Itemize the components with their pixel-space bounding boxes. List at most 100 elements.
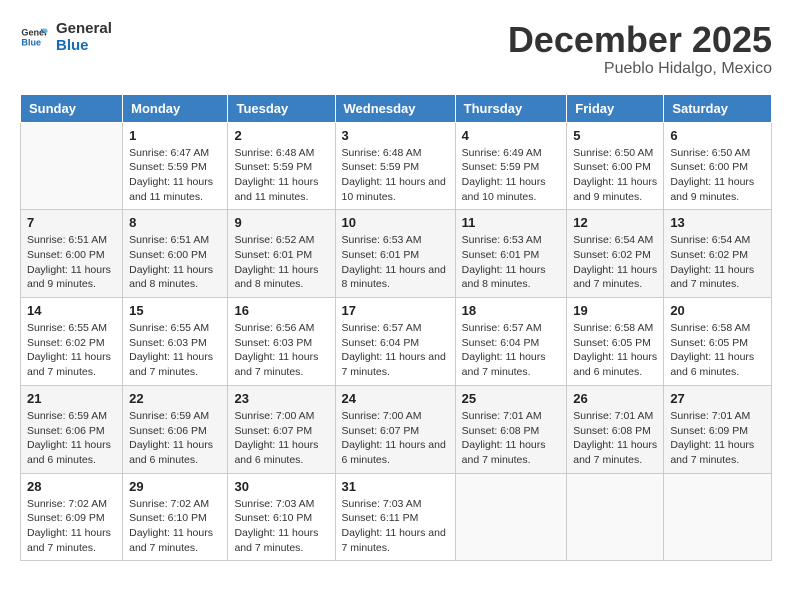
day-number: 5 <box>573 128 657 143</box>
day-info: Sunrise: 6:57 AMSunset: 6:04 PMDaylight:… <box>342 321 449 380</box>
day-cell: 17Sunrise: 6:57 AMSunset: 6:04 PMDayligh… <box>335 298 455 386</box>
day-cell: 15 Sunrise: 6:55 AMSunset: 6:03 PMDayligh… <box>123 298 228 386</box>
day-number: 12 <box>573 215 657 230</box>
day-number: 15 <box>129 303 221 318</box>
day-cell: 27Sunrise: 7:01 AMSunset: 6:09 PMDayligh… <box>664 385 772 473</box>
day-cell <box>567 473 664 561</box>
day-info: Sunrise: 6:52 AMSunset: 6:01 PMDaylight:… <box>234 233 328 292</box>
day-number: 3 <box>342 128 449 143</box>
day-cell: 26 Sunrise: 7:01 AMSunset: 6:08 PMDayligh… <box>567 385 664 473</box>
month-title: December 2025 <box>508 20 772 60</box>
day-cell: 10 Sunrise: 6:53 AMSunset: 6:01 PMDayligh… <box>335 210 455 298</box>
day-info: Sunrise: 6:51 AMSunset: 6:00 PMDaylight:… <box>129 233 221 292</box>
svg-text:Blue: Blue <box>21 37 41 47</box>
day-cell: 16 Sunrise: 6:56 AMSunset: 6:03 PMDayligh… <box>228 298 335 386</box>
day-cell: 12Sunrise: 6:54 AMSunset: 6:02 PMDayligh… <box>567 210 664 298</box>
day-number: 27 <box>670 391 765 406</box>
day-cell: 24Sunrise: 7:00 AMSunset: 6:07 PMDayligh… <box>335 385 455 473</box>
day-cell: 3 Sunrise: 6:48 AMSunset: 5:59 PMDaylight… <box>335 122 455 210</box>
title-block: December 2025 Pueblo Hidalgo, Mexico <box>508 20 772 78</box>
day-info: Sunrise: 6:55 AMSunset: 6:03 PMDaylight:… <box>129 321 221 380</box>
week-row-3: 14Sunrise: 6:55 AMSunset: 6:02 PMDayligh… <box>21 298 772 386</box>
header-cell-monday: Monday <box>123 94 228 122</box>
day-info: Sunrise: 7:02 AMSunset: 6:10 PMDaylight:… <box>129 497 221 556</box>
day-number: 8 <box>129 215 221 230</box>
week-row-5: 28 Sunrise: 7:02 AMSunset: 6:09 PMDayligh… <box>21 473 772 561</box>
day-number: 22 <box>129 391 221 406</box>
header-cell-thursday: Thursday <box>455 94 567 122</box>
day-number: 7 <box>27 215 116 230</box>
calendar-header: SundayMondayTuesdayWednesdayThursdayFrid… <box>21 94 772 122</box>
day-cell: 8 Sunrise: 6:51 AMSunset: 6:00 PMDaylight… <box>123 210 228 298</box>
day-cell <box>455 473 567 561</box>
week-row-1: 1 Sunrise: 6:47 AMSunset: 5:59 PMDaylight… <box>21 122 772 210</box>
day-info: Sunrise: 6:59 AMSunset: 6:06 PMDaylight:… <box>27 409 116 468</box>
day-number: 11 <box>462 215 561 230</box>
day-number: 6 <box>670 128 765 143</box>
day-info: Sunrise: 6:53 AMSunset: 6:01 PMDaylight:… <box>462 233 561 292</box>
day-info: Sunrise: 6:56 AMSunset: 6:03 PMDaylight:… <box>234 321 328 380</box>
day-info: Sunrise: 6:48 AMSunset: 5:59 PMDaylight:… <box>342 146 449 205</box>
day-info: Sunrise: 6:48 AMSunset: 5:59 PMDaylight:… <box>234 146 328 205</box>
day-info: Sunrise: 7:01 AMSunset: 6:08 PMDaylight:… <box>462 409 561 468</box>
day-info: Sunrise: 6:57 AMSunset: 6:04 PMDaylight:… <box>462 321 561 380</box>
day-number: 31 <box>342 479 449 494</box>
day-info: Sunrise: 6:58 AMSunset: 6:05 PMDaylight:… <box>670 321 765 380</box>
day-info: Sunrise: 7:02 AMSunset: 6:09 PMDaylight:… <box>27 497 116 556</box>
day-info: Sunrise: 6:55 AMSunset: 6:02 PMDaylight:… <box>27 321 116 380</box>
day-info: Sunrise: 6:53 AMSunset: 6:01 PMDaylight:… <box>342 233 449 292</box>
day-cell: 22 Sunrise: 6:59 AMSunset: 6:06 PMDayligh… <box>123 385 228 473</box>
day-cell: 13Sunrise: 6:54 AMSunset: 6:02 PMDayligh… <box>664 210 772 298</box>
day-number: 19 <box>573 303 657 318</box>
week-row-4: 21 Sunrise: 6:59 AMSunset: 6:06 PMDayligh… <box>21 385 772 473</box>
logo-general: General <box>56 20 112 37</box>
day-number: 26 <box>573 391 657 406</box>
page-header: General Blue General Blue December 2025 … <box>20 20 772 78</box>
day-number: 18 <box>462 303 561 318</box>
day-number: 24 <box>342 391 449 406</box>
day-number: 29 <box>129 479 221 494</box>
day-info: Sunrise: 6:50 AMSunset: 6:00 PMDaylight:… <box>573 146 657 205</box>
day-cell: 19Sunrise: 6:58 AMSunset: 6:05 PMDayligh… <box>567 298 664 386</box>
day-info: Sunrise: 7:00 AMSunset: 6:07 PMDaylight:… <box>234 409 328 468</box>
day-cell: 20Sunrise: 6:58 AMSunset: 6:05 PMDayligh… <box>664 298 772 386</box>
day-info: Sunrise: 6:51 AMSunset: 6:00 PMDaylight:… <box>27 233 116 292</box>
day-number: 30 <box>234 479 328 494</box>
day-cell: 23 Sunrise: 7:00 AMSunset: 6:07 PMDayligh… <box>228 385 335 473</box>
day-cell <box>664 473 772 561</box>
day-cell: 9 Sunrise: 6:52 AMSunset: 6:01 PMDaylight… <box>228 210 335 298</box>
day-cell: 30 Sunrise: 7:03 AMSunset: 6:10 PMDayligh… <box>228 473 335 561</box>
logo: General Blue General Blue <box>20 20 112 54</box>
day-cell: 7 Sunrise: 6:51 AMSunset: 6:00 PMDaylight… <box>21 210 123 298</box>
location-subtitle: Pueblo Hidalgo, Mexico <box>508 60 772 78</box>
day-info: Sunrise: 7:03 AMSunset: 6:10 PMDaylight:… <box>234 497 328 556</box>
day-info: Sunrise: 6:59 AMSunset: 6:06 PMDaylight:… <box>129 409 221 468</box>
day-number: 28 <box>27 479 116 494</box>
day-cell: 25Sunrise: 7:01 AMSunset: 6:08 PMDayligh… <box>455 385 567 473</box>
day-info: Sunrise: 6:47 AMSunset: 5:59 PMDaylight:… <box>129 146 221 205</box>
day-cell: 11 Sunrise: 6:53 AMSunset: 6:01 PMDayligh… <box>455 210 567 298</box>
day-cell: 1 Sunrise: 6:47 AMSunset: 5:59 PMDaylight… <box>123 122 228 210</box>
header-cell-sunday: Sunday <box>21 94 123 122</box>
day-number: 21 <box>27 391 116 406</box>
day-number: 1 <box>129 128 221 143</box>
calendar-body: 1 Sunrise: 6:47 AMSunset: 5:59 PMDaylight… <box>21 122 772 561</box>
day-number: 13 <box>670 215 765 230</box>
day-number: 23 <box>234 391 328 406</box>
day-info: Sunrise: 7:01 AMSunset: 6:08 PMDaylight:… <box>573 409 657 468</box>
week-row-2: 7 Sunrise: 6:51 AMSunset: 6:00 PMDaylight… <box>21 210 772 298</box>
day-number: 10 <box>342 215 449 230</box>
day-cell: 31Sunrise: 7:03 AMSunset: 6:11 PMDayligh… <box>335 473 455 561</box>
day-number: 9 <box>234 215 328 230</box>
day-cell: 2Sunrise: 6:48 AMSunset: 5:59 PMDaylight… <box>228 122 335 210</box>
header-cell-saturday: Saturday <box>664 94 772 122</box>
day-number: 16 <box>234 303 328 318</box>
day-info: Sunrise: 6:50 AMSunset: 6:00 PMDaylight:… <box>670 146 765 205</box>
day-cell: 5 Sunrise: 6:50 AMSunset: 6:00 PMDaylight… <box>567 122 664 210</box>
day-number: 4 <box>462 128 561 143</box>
day-cell: 29 Sunrise: 7:02 AMSunset: 6:10 PMDayligh… <box>123 473 228 561</box>
day-cell: 4 Sunrise: 6:49 AMSunset: 5:59 PMDaylight… <box>455 122 567 210</box>
day-info: Sunrise: 6:49 AMSunset: 5:59 PMDaylight:… <box>462 146 561 205</box>
day-cell: 21 Sunrise: 6:59 AMSunset: 6:06 PMDayligh… <box>21 385 123 473</box>
day-cell: 28 Sunrise: 7:02 AMSunset: 6:09 PMDayligh… <box>21 473 123 561</box>
